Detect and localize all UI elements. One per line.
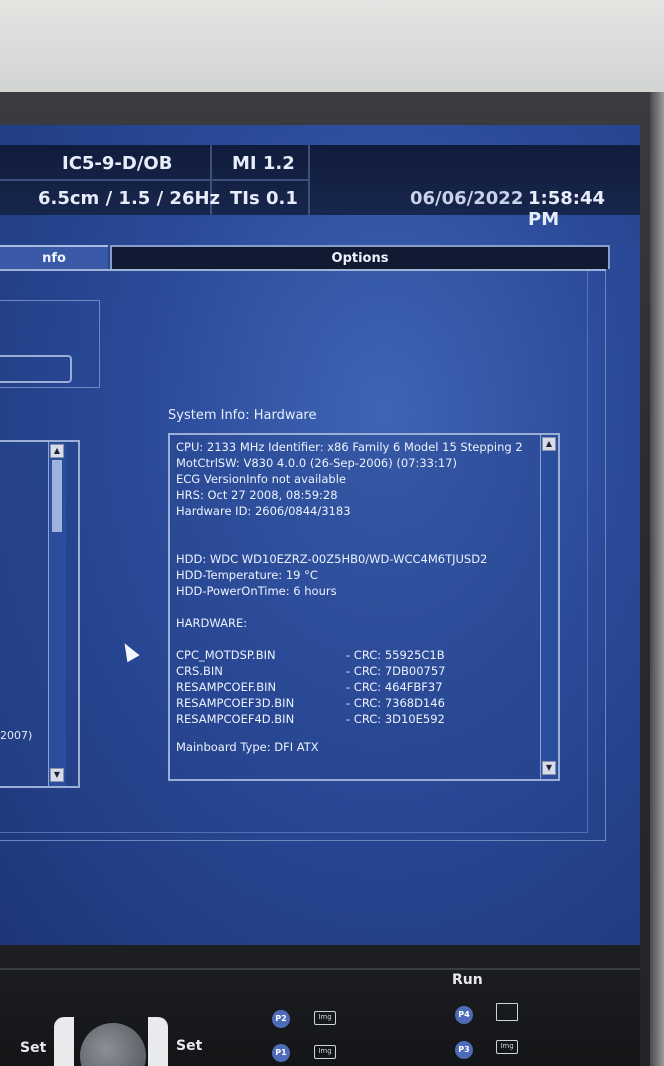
hardware-id-line: Hardware ID: 2606/0844/3183 xyxy=(176,504,351,518)
img-icon[interactable]: Img xyxy=(314,1045,336,1059)
status-header: IC5-9-D/OB MI 1.2 6.5cm / 1.5 / 26Hz TIs… xyxy=(0,145,640,230)
crc-row: RESAMPCOEF3D.BIN - CRC: 7368D146 xyxy=(176,695,530,711)
scroll-up-icon[interactable]: ▲ xyxy=(50,444,64,458)
trackball[interactable] xyxy=(80,1023,146,1066)
monitor-edge xyxy=(650,92,664,1066)
system-info-scrollbar[interactable]: ▲ ▼ xyxy=(540,435,558,779)
file-crc: - CRC: 7DB00757 xyxy=(346,664,446,678)
p1-button[interactable]: P1 xyxy=(272,1044,290,1062)
background-wall xyxy=(0,0,664,100)
file-crc: - CRC: 7368D146 xyxy=(346,696,445,710)
left-input-field[interactable] xyxy=(0,355,72,383)
tab-options[interactable]: Options xyxy=(110,245,610,269)
crc-row: RESAMPCOEF4D.BIN - CRC: 3D10E592 xyxy=(176,711,530,727)
printer-icon[interactable] xyxy=(496,1003,518,1021)
control-console: Run P2 Img P1 Img P4 P3 Img Set Set xyxy=(0,945,640,1066)
hrs-line: HRS: Oct 27 2008, 08:59:28 xyxy=(176,488,338,502)
scroll-down-icon[interactable]: ▼ xyxy=(50,768,64,782)
header-divider xyxy=(0,179,310,181)
file-crc: - CRC: 3D10E592 xyxy=(346,712,445,726)
hdd-line: HDD: WDC WD10EZRZ-00Z5HB0/WD-WCC4M6TJUSD… xyxy=(176,552,488,566)
hdd-poweron-line: HDD-PowerOnTime: 6 hours xyxy=(176,584,337,598)
system-info-content: CPU: 2133 MHz Identifier: x86 Family 6 M… xyxy=(176,439,530,755)
ecg-line: ECG VersionInfo not available xyxy=(176,472,346,486)
scroll-up-icon[interactable]: ▲ xyxy=(542,437,556,451)
run-label: Run xyxy=(452,972,483,988)
system-info-title: System Info: Hardware xyxy=(168,408,317,423)
left-listbox[interactable]: ▲ ▼ 2007) xyxy=(0,440,80,788)
left-list-text: 2007) xyxy=(0,729,33,742)
time-display: 1:58:44 PM xyxy=(528,188,606,230)
p2-button[interactable]: P2 xyxy=(272,1010,290,1028)
probe-label: IC5-9-D/OB xyxy=(62,153,173,174)
mail-icon[interactable]: Img xyxy=(496,1040,518,1054)
set-right-label: Set xyxy=(176,1038,203,1054)
tab-info[interactable]: nfo xyxy=(0,245,108,269)
file-crc: - CRC: 55925C1B xyxy=(346,648,445,662)
file-name: RESAMPCOEF4D.BIN xyxy=(176,712,295,726)
cpu-line: CPU: 2133 MHz Identifier: x86 Family 6 M… xyxy=(176,440,523,454)
file-name: CRS.BIN xyxy=(176,664,223,678)
file-name: RESAMPCOEF.BIN xyxy=(176,680,277,694)
crc-row: CRS.BIN - CRC: 7DB00757 xyxy=(176,663,530,679)
date-display: 06/06/2022 xyxy=(410,188,524,209)
header-separator xyxy=(308,145,310,215)
hdd-temp-line: HDD-Temperature: 19 °C xyxy=(176,568,318,582)
img-icon[interactable]: Img xyxy=(314,1011,336,1025)
crc-row: CPC_MOTDSP.BIN - CRC: 55925C1B xyxy=(176,647,530,663)
scroll-thumb[interactable] xyxy=(52,460,62,532)
mi-value: MI 1.2 xyxy=(232,153,295,174)
crc-row: RESAMPCOEF.BIN - CRC: 464FBF37 xyxy=(176,679,530,695)
screen: IC5-9-D/OB MI 1.2 6.5cm / 1.5 / 26Hz TIs… xyxy=(0,125,640,945)
file-crc: - CRC: 464FBF37 xyxy=(346,680,443,694)
tis-value: TIs 0.1 xyxy=(230,188,298,209)
set-left-label: Set xyxy=(20,1040,47,1056)
console-divider xyxy=(0,968,640,970)
hardware-heading: HARDWARE: xyxy=(176,616,248,630)
file-name: RESAMPCOEF3D.BIN xyxy=(176,696,295,710)
set-left-key[interactable] xyxy=(54,1017,74,1066)
mainboard-line: Mainboard Type: DFI ATX xyxy=(176,740,319,754)
left-scrollbar[interactable]: ▲ ▼ xyxy=(48,442,66,786)
p4-button[interactable]: P4 xyxy=(455,1006,473,1024)
system-info-listbox[interactable]: CPU: 2133 MHz Identifier: x86 Family 6 M… xyxy=(168,433,560,781)
file-name: CPC_MOTDSP.BIN xyxy=(176,648,276,662)
scroll-down-icon[interactable]: ▼ xyxy=(542,761,556,775)
set-right-key[interactable] xyxy=(148,1017,168,1066)
p3-button[interactable]: P3 xyxy=(455,1041,473,1059)
depth-frequency: 6.5cm / 1.5 / 26Hz xyxy=(38,188,221,209)
motctrl-line: MotCtrlSW: V830 4.0.0 (26-Sep-2006) (07:… xyxy=(176,456,457,470)
